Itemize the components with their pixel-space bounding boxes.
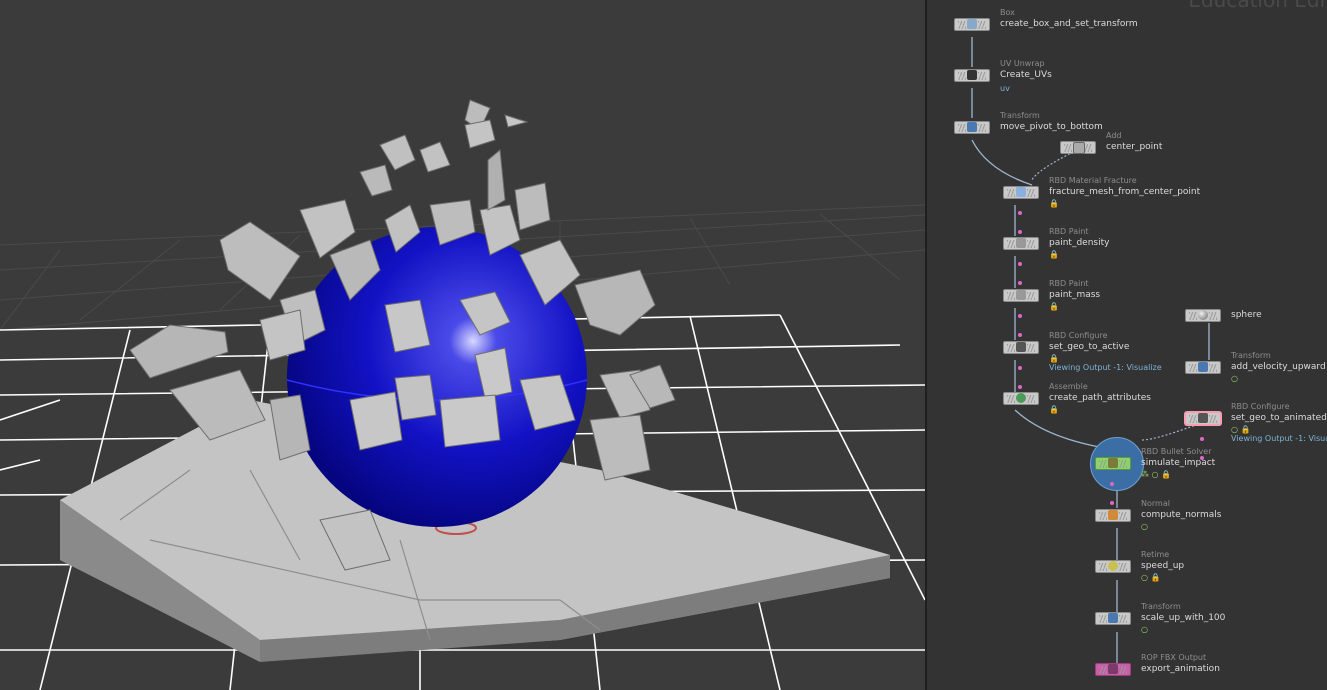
bypass-flag-icon[interactable]: ○ [1141, 625, 1148, 634]
node-name[interactable]: create_box_and_set_transform [1000, 19, 1138, 29]
node-type-label: Retime [1141, 550, 1170, 559]
node-flags[interactable]: ○ 🔒 [1231, 425, 1250, 434]
lock-icon[interactable]: 🔒 [1049, 354, 1059, 363]
lock-icon[interactable]: 🔒 [1049, 199, 1059, 208]
node-name[interactable]: compute_normals [1141, 510, 1221, 520]
node-type-label: Normal [1141, 499, 1170, 508]
configure-icon [1016, 342, 1026, 352]
transform-icon [967, 122, 977, 132]
fracture-icon [1016, 187, 1026, 197]
node-attribute-label: uv [1000, 84, 1010, 93]
node-type-label: UV Unwrap [1000, 59, 1045, 68]
node-name[interactable]: scale_up_with_100 [1141, 613, 1225, 623]
node-type-label: Transform [1141, 602, 1181, 611]
sphere-icon [1198, 310, 1208, 320]
transform-icon [1108, 613, 1118, 623]
solver-icon [1108, 458, 1118, 468]
rop-output-icon [1108, 664, 1118, 674]
node-flags[interactable]: ○ 🔒 [1141, 573, 1160, 582]
network-editor[interactable]: Education Edit Box create_box_and_set_tr… [927, 0, 1327, 690]
node-name[interactable]: speed_up [1141, 561, 1184, 571]
lock-icon[interactable]: 🔒 [1049, 405, 1059, 414]
node-type-label: RBD Paint [1049, 279, 1089, 288]
uv-unwrap-icon [967, 70, 977, 80]
node-name[interactable]: set_geo_to_animated [1231, 413, 1327, 423]
node-name[interactable]: paint_density [1049, 238, 1109, 248]
normal-icon [1108, 510, 1118, 520]
viewport-scene [0, 99, 925, 690]
node-name[interactable]: Create_UVs [1000, 70, 1052, 80]
box-icon [967, 19, 977, 29]
assemble-icon [1016, 393, 1026, 403]
node-type-label: RBD Configure [1049, 331, 1108, 340]
node-type-label: Add [1106, 131, 1122, 140]
node-type-label: RBD Bullet Solver [1141, 447, 1212, 456]
node-name[interactable]: set_geo_to_active [1049, 342, 1129, 352]
node-name[interactable]: add_velocity_upward [1231, 362, 1326, 372]
node-type-label: ROP FBX Output [1141, 653, 1207, 662]
node-flags[interactable]: ⁂ ○ 🔒 [1141, 470, 1171, 479]
bypass-flag-icon[interactable]: ○ [1231, 374, 1238, 383]
lock-icon[interactable]: 🔒 [1049, 250, 1059, 259]
paint-icon [1016, 290, 1026, 300]
3d-viewport[interactable] [0, 0, 925, 690]
add-point-icon [1073, 142, 1085, 154]
node-name[interactable]: paint_mass [1049, 290, 1100, 300]
node-name[interactable]: export_animation [1141, 664, 1220, 674]
configure-icon [1198, 413, 1208, 423]
node-name[interactable]: simulate_impact [1141, 458, 1215, 468]
node-type-label: RBD Configure [1231, 402, 1290, 411]
node-type-label: Assemble [1049, 382, 1088, 391]
viewing-output-label: Viewing Output -1: Visualize [1049, 363, 1162, 372]
transform-icon [1198, 362, 1208, 372]
viewing-output-label: Viewing Output -1: Visualize [1231, 434, 1327, 443]
node-name[interactable]: center_point [1106, 142, 1162, 152]
retime-icon [1108, 561, 1118, 571]
node-type-label: Transform [1000, 111, 1040, 120]
node-name[interactable]: fracture_mesh_from_center_point [1049, 187, 1200, 197]
paint-icon [1016, 238, 1026, 248]
node-type-label: RBD Paint [1049, 227, 1089, 236]
node-name[interactable]: create_path_attributes [1049, 393, 1151, 403]
node-type-label: Transform [1231, 351, 1271, 360]
node-type-label: Box [1000, 8, 1015, 17]
lock-icon[interactable]: 🔒 [1049, 302, 1059, 311]
node-name[interactable]: sphere [1231, 310, 1262, 320]
bypass-flag-icon[interactable]: ○ [1141, 522, 1148, 531]
node-type-label: RBD Material Fracture [1049, 176, 1137, 185]
node-name[interactable]: move_pivot_to_bottom [1000, 122, 1103, 132]
